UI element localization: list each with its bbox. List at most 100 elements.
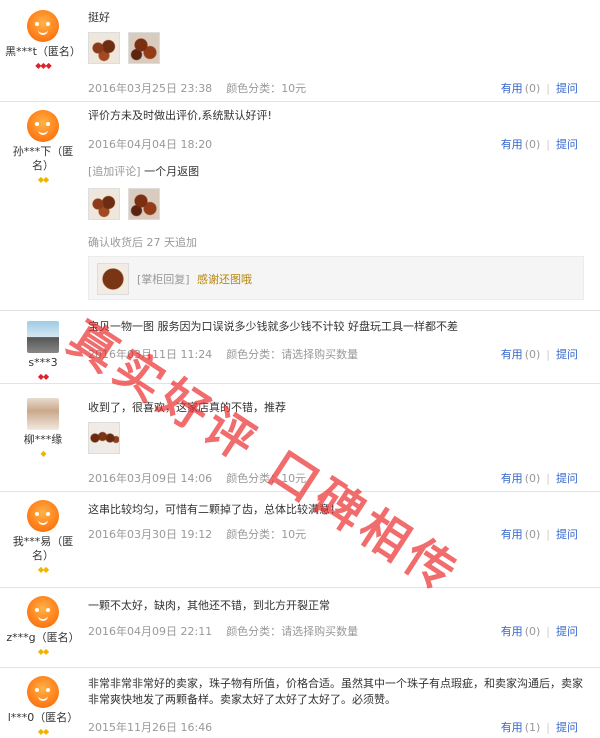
reputation-badge: ◆◆	[37, 727, 49, 736]
useful-count: (0)	[524, 625, 541, 638]
review-photo[interactable]	[88, 422, 120, 454]
avatar[interactable]	[27, 500, 59, 532]
ask-button[interactable]: 提问	[556, 721, 578, 734]
reviewer: 孙***下（匿名） ◆◆	[0, 110, 86, 184]
review-meta: 2016年03月11日 11:24 颜色分类：请选择购买数量	[88, 346, 358, 362]
avatar[interactable]	[27, 321, 59, 353]
reply-text: 感谢还图哦	[197, 273, 252, 286]
review-actions: 有用 (0) | 提问	[500, 82, 578, 95]
review-actions: 有用 (0) | 提问	[500, 528, 578, 541]
sku-value: 请选择购买数量	[281, 625, 359, 638]
review-date: 2016年04月09日 22:11	[88, 625, 213, 638]
sku-label: 颜色分类：	[226, 528, 282, 541]
divider	[0, 491, 600, 492]
divider	[0, 101, 600, 102]
avatar[interactable]	[27, 676, 59, 708]
review-photo[interactable]	[128, 32, 160, 64]
review-actions: 有用 (0) | 提问	[500, 348, 578, 361]
reputation-badge: ◆◆◆	[35, 61, 52, 70]
reputation-badge: ◆◆	[37, 565, 49, 574]
append-photo[interactable]	[128, 188, 160, 220]
reputation-badge: ◆◆	[37, 647, 49, 656]
review-date: 2016年04月04日 18:20	[88, 138, 213, 151]
review-text: 评价方未及时做出评价,系统默认好评!	[88, 109, 272, 122]
ask-button[interactable]: 提问	[556, 625, 578, 638]
review-meta: 2016年04月04日 18:20	[88, 136, 212, 152]
sku-label: 颜色分类：	[226, 348, 282, 361]
review-date: 2016年03月25日 23:38	[88, 82, 213, 95]
review-actions: 有用 (1) | 提问	[500, 721, 578, 734]
append-text: 一个月返图	[144, 165, 200, 178]
seller-reply: [掌柜回复] 感谢还图哦	[88, 256, 584, 300]
ask-button[interactable]: 提问	[556, 348, 578, 361]
useful-count: (0)	[524, 528, 541, 541]
reviewer-name: l***0（匿名）	[7, 711, 79, 724]
review-photo[interactable]	[88, 32, 120, 64]
reputation-badge: ◆	[40, 449, 46, 458]
reviewer: 柳***缘 ◆	[0, 398, 86, 458]
review-date: 2016年03月30日 19:12	[88, 528, 213, 541]
review-meta: 2016年03月09日 14:06 颜色分类：10元	[88, 470, 306, 486]
review-text: 一颗不太好，缺肉，其他还不错，到北方开裂正常	[88, 599, 330, 612]
review-date: 2016年03月09日 14:06	[88, 472, 213, 485]
reply-label: [掌柜回复]	[137, 273, 190, 286]
sku-label: 颜色分类：	[226, 625, 282, 638]
ask-button[interactable]: 提问	[556, 82, 578, 95]
ask-button[interactable]: 提问	[556, 472, 578, 485]
review-text: 这串比较均匀，可惜有二颗掉了齿，总体比较满意！	[88, 503, 341, 516]
review-meta: 2015年11月26日 16:46	[88, 719, 212, 735]
reviewer: z***g（匿名） ◆◆	[0, 596, 86, 656]
append-photo[interactable]	[88, 188, 120, 220]
reviewer: 黑***t（匿名） ◆◆◆	[0, 10, 86, 70]
review-text: 非常非常非常好的卖家，珠子物有所值，价格合适。虽然其中一个珠子有点瑕疵，和卖家沟…	[88, 677, 583, 706]
reviewer-name: 我***易（匿名）	[12, 535, 74, 562]
useful-button[interactable]: 有用	[501, 472, 523, 485]
useful-button[interactable]: 有用	[501, 528, 523, 541]
divider	[0, 667, 600, 668]
divider	[0, 587, 600, 588]
reply-photo[interactable]	[97, 263, 129, 295]
reviewer: l***0（匿名） ◆◆	[0, 676, 86, 736]
reviewer-name: s***3	[28, 356, 58, 369]
reputation-badge: ◆◆	[37, 372, 49, 381]
useful-count: (0)	[524, 348, 541, 361]
review-text: 挺好	[88, 11, 110, 24]
reviewer-name: 孙***下（匿名）	[12, 145, 74, 172]
review-date: 2016年03月11日 11:24	[88, 348, 213, 361]
useful-button[interactable]: 有用	[501, 138, 523, 151]
useful-count: (0)	[524, 82, 541, 95]
review-text: 收到了，很喜欢，这家店真的不错，推荐	[88, 401, 286, 414]
useful-count: (0)	[524, 138, 541, 151]
review-actions: 有用 (0) | 提问	[500, 138, 578, 151]
useful-button[interactable]: 有用	[501, 721, 523, 734]
append-note: 确认收货后 27 天追加	[88, 236, 197, 249]
review-meta: 2016年03月25日 23:38 颜色分类：10元	[88, 80, 306, 96]
useful-count: (1)	[524, 721, 541, 734]
avatar[interactable]	[27, 596, 59, 628]
ask-button[interactable]: 提问	[556, 138, 578, 151]
append-label: [追加评论]	[88, 165, 141, 178]
sku-value: 10元	[281, 82, 307, 95]
divider	[0, 310, 600, 311]
sku-label: 颜色分类：	[226, 82, 282, 95]
review-actions: 有用 (0) | 提问	[500, 625, 578, 638]
sku-value: 10元	[281, 528, 307, 541]
useful-button[interactable]: 有用	[501, 625, 523, 638]
sku-value: 请选择购买数量	[281, 348, 359, 361]
useful-button[interactable]: 有用	[501, 82, 523, 95]
useful-button[interactable]: 有用	[501, 348, 523, 361]
sku-label: 颜色分类：	[226, 472, 282, 485]
reviewer: 我***易（匿名） ◆◆	[0, 500, 86, 574]
reviewer-name: z***g（匿名）	[6, 631, 80, 644]
reputation-badge: ◆◆	[37, 175, 49, 184]
reviewer: s***3 ◆◆	[0, 321, 86, 381]
ask-button[interactable]: 提问	[556, 528, 578, 541]
reviewer-name: 柳***缘	[23, 433, 63, 446]
avatar[interactable]	[27, 110, 59, 142]
avatar[interactable]	[27, 398, 59, 430]
review-meta: 2016年04月09日 22:11 颜色分类：请选择购买数量	[88, 623, 358, 639]
avatar[interactable]	[27, 10, 59, 42]
review-date: 2015年11月26日 16:46	[88, 721, 213, 734]
sku-value: 10元	[281, 472, 307, 485]
append-comment: [追加评论] 一个月返图	[88, 164, 199, 180]
